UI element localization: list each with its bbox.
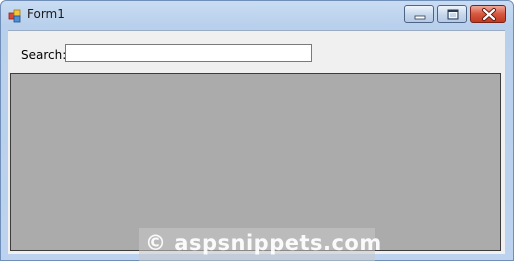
form-window: Form1 Search:	[0, 0, 514, 261]
watermark-text: © aspsnippets.com	[145, 231, 382, 255]
form-app-icon[interactable]	[8, 8, 22, 23]
window-title: Form1	[27, 7, 65, 21]
maximize-button[interactable]	[437, 5, 467, 23]
minimize-icon	[414, 15, 426, 20]
close-button[interactable]	[470, 5, 506, 23]
data-grid-view[interactable]	[10, 73, 501, 251]
title-bar[interactable]: Form1	[1, 1, 513, 29]
minimize-button[interactable]	[404, 5, 434, 23]
form-client-area: Search:	[8, 30, 505, 254]
maximize-icon	[447, 9, 459, 20]
watermark: © aspsnippets.com	[139, 228, 381, 261]
search-input[interactable]	[65, 44, 312, 62]
search-label: Search:	[21, 48, 67, 62]
close-icon	[482, 8, 496, 21]
